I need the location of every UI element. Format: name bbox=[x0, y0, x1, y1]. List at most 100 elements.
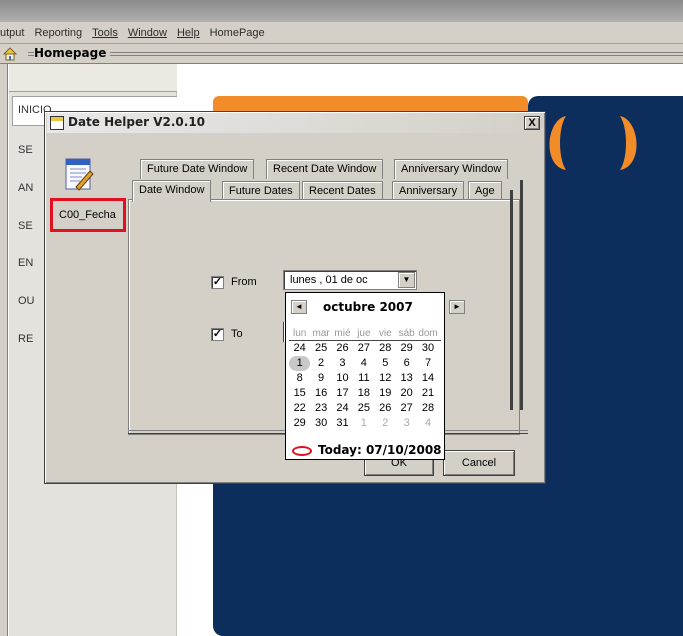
today-circle-icon bbox=[292, 446, 312, 456]
calendar-day[interactable]: 21 bbox=[417, 386, 438, 401]
tab-anniversary-window[interactable]: Anniversary Window bbox=[394, 159, 509, 179]
to-checkbox[interactable]: ✓ bbox=[211, 328, 224, 341]
document-edit-icon bbox=[64, 157, 94, 193]
from-date-picker[interactable]: lunes , 01 de oc bbox=[283, 270, 417, 290]
menu-tools[interactable]: Tools bbox=[92, 27, 118, 39]
calendar-day[interactable]: 17 bbox=[332, 386, 353, 401]
calendar-day[interactable]: 26 bbox=[375, 401, 396, 416]
calendar-day[interactable]: 29 bbox=[396, 341, 417, 356]
homepage-window-icon bbox=[2, 46, 18, 62]
sidebar-item-label[interactable]: SE bbox=[18, 144, 33, 156]
calendar-day[interactable]: 27 bbox=[396, 401, 417, 416]
title-groove bbox=[110, 52, 683, 53]
sidebar-item-label[interactable]: OU bbox=[18, 295, 35, 307]
calendar-week-row: 15 16 17 18 19 20 21 bbox=[289, 386, 439, 401]
window-top-strip bbox=[0, 0, 683, 22]
calendar-day[interactable]: 28 bbox=[375, 341, 396, 356]
calendar-day[interactable]: 15 bbox=[289, 386, 310, 401]
weekday-label: lun bbox=[293, 328, 307, 339]
menu-output[interactable]: utput bbox=[0, 27, 24, 39]
homepage-title: Homepage bbox=[34, 46, 107, 60]
calendar-day[interactable]: 7 bbox=[417, 356, 438, 371]
calendar-day[interactable]: 28 bbox=[417, 401, 438, 416]
calendar-day[interactable]: 14 bbox=[417, 371, 438, 386]
calendar-day[interactable]: 19 bbox=[375, 386, 396, 401]
from-label: From bbox=[231, 276, 257, 288]
calendar-day[interactable]: 25 bbox=[310, 341, 331, 356]
calendar-day[interactable]: 20 bbox=[396, 386, 417, 401]
close-button[interactable]: X bbox=[524, 116, 540, 130]
calendar-week-row: 1 2 3 4 5 6 7 bbox=[289, 356, 439, 371]
calendar-week-row: 24 25 26 27 28 29 30 bbox=[289, 341, 439, 356]
calendar-day[interactable]: 30 bbox=[310, 416, 331, 431]
calendar-day[interactable]: 9 bbox=[310, 371, 331, 386]
calendar-day[interactable]: 1 bbox=[353, 416, 374, 431]
weekday-label: mar bbox=[312, 328, 330, 339]
tab-recent-dates[interactable]: Recent Dates bbox=[302, 181, 383, 201]
calendar-day[interactable]: 22 bbox=[289, 401, 310, 416]
sidebar-item-label[interactable]: RE bbox=[18, 333, 33, 345]
tab-future-dates[interactable]: Future Dates bbox=[222, 181, 300, 201]
tab-date-window[interactable]: Date Window bbox=[132, 180, 212, 202]
calendar-day[interactable]: 24 bbox=[332, 401, 353, 416]
calendar-day[interactable]: 4 bbox=[417, 416, 438, 431]
calendar-week-row: 8 9 10 11 12 13 14 bbox=[289, 371, 439, 386]
today-link[interactable]: Today: 07/10/2008 bbox=[318, 443, 442, 457]
calendar-day[interactable]: 2 bbox=[310, 356, 331, 371]
calendar-day[interactable]: 2 bbox=[375, 416, 396, 431]
calendar-day[interactable]: 8 bbox=[289, 371, 310, 386]
to-label: To bbox=[231, 328, 243, 340]
weekday-label: dom bbox=[418, 328, 438, 339]
notepad-icon bbox=[50, 116, 64, 130]
next-month-button[interactable]: ► bbox=[449, 300, 465, 314]
calendar-month-label[interactable]: octubre 2007 bbox=[323, 300, 413, 314]
calendar-day-selected[interactable]: 1 bbox=[289, 356, 311, 371]
calendar-day[interactable]: 18 bbox=[353, 386, 374, 401]
calendar-day[interactable]: 13 bbox=[396, 371, 417, 386]
calendar-day[interactable]: 24 bbox=[289, 341, 310, 356]
calendar-day[interactable]: 10 bbox=[332, 371, 353, 386]
calendar-day[interactable]: 3 bbox=[332, 356, 353, 371]
menu-reporting[interactable]: Reporting bbox=[34, 27, 82, 39]
calendar-day[interactable]: 26 bbox=[332, 341, 353, 356]
tab-anniversary[interactable]: Anniversary bbox=[392, 181, 465, 201]
from-checkbox[interactable]: ✓ bbox=[211, 276, 224, 289]
cancel-button[interactable]: Cancel bbox=[443, 450, 515, 476]
dropdown-arrow-icon[interactable]: ▼ bbox=[398, 272, 415, 288]
calendar-day[interactable]: 23 bbox=[310, 401, 331, 416]
panel-edge bbox=[520, 180, 523, 410]
calendar-day[interactable]: 4 bbox=[353, 356, 374, 371]
calendar-grid: lun mar mié jue vie sáb dom 24 25 26 27 … bbox=[289, 326, 439, 431]
weekday-label: mié bbox=[334, 328, 351, 339]
brand-logo-icon bbox=[549, 116, 637, 170]
calendar-day[interactable]: 11 bbox=[353, 371, 374, 386]
calendar-day[interactable]: 25 bbox=[353, 401, 374, 416]
frame-edge bbox=[0, 64, 8, 636]
sidebar-item-label[interactable]: AN bbox=[18, 182, 33, 194]
prev-month-button[interactable]: ◄ bbox=[291, 300, 307, 314]
calendar-day[interactable]: 6 bbox=[396, 356, 417, 371]
calendar-day[interactable]: 5 bbox=[375, 356, 396, 371]
calendar-day[interactable]: 30 bbox=[417, 341, 438, 356]
menu-help[interactable]: Help bbox=[177, 27, 200, 39]
sidebar-item-label[interactable]: EN bbox=[18, 257, 33, 269]
title-groove bbox=[110, 55, 683, 56]
menu-window[interactable]: Window bbox=[128, 27, 167, 39]
calendar-day[interactable]: 16 bbox=[310, 386, 331, 401]
calendar-day[interactable]: 29 bbox=[289, 416, 310, 431]
calendar-week-row: 22 23 24 25 26 27 28 bbox=[289, 401, 439, 416]
calendar-weekday-row: lun mar mié jue vie sáb dom bbox=[289, 326, 439, 341]
calendar-day[interactable]: 3 bbox=[396, 416, 417, 431]
tab-recent-date-window[interactable]: Recent Date Window bbox=[266, 159, 384, 179]
calendar-day[interactable]: 31 bbox=[332, 416, 353, 431]
sidebar-item-label[interactable]: SE bbox=[18, 220, 33, 232]
content-top bbox=[178, 64, 683, 94]
menu-homepage[interactable]: HomePage bbox=[210, 27, 265, 39]
calendar-week-row: 29 30 31 1 2 3 4 bbox=[289, 416, 439, 431]
calendar-day[interactable]: 12 bbox=[375, 371, 396, 386]
sidebar-header bbox=[9, 64, 177, 92]
calendar-day[interactable]: 27 bbox=[353, 341, 374, 356]
weekday-label: jue bbox=[357, 328, 371, 339]
tab-future-date-window[interactable]: Future Date Window bbox=[140, 159, 255, 179]
tab-age[interactable]: Age bbox=[468, 181, 502, 201]
